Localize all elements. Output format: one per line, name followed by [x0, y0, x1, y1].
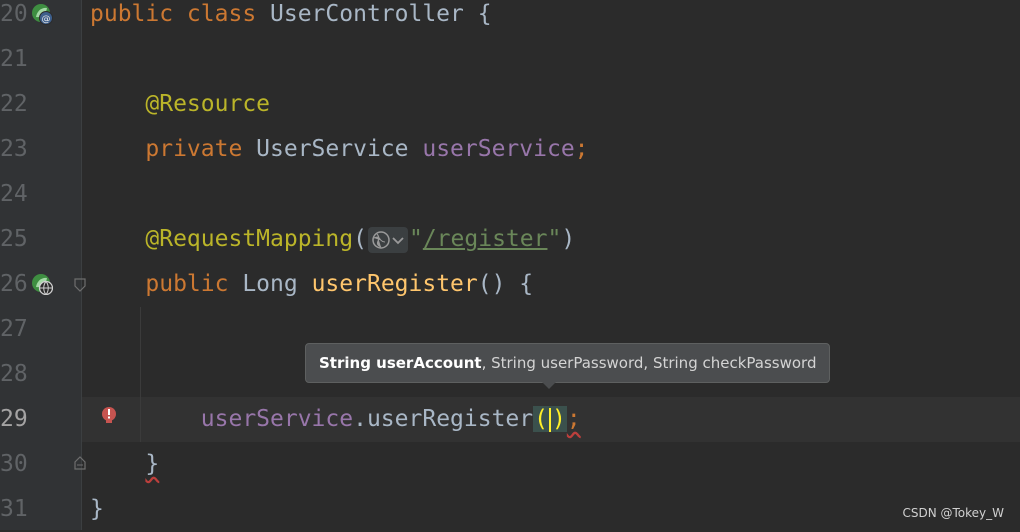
code-token: .userRegister: [353, 406, 534, 432]
code-line[interactable]: 26 public Long userRegister() {: [0, 262, 1020, 307]
line-number: 30: [0, 451, 28, 477]
code-token: () {: [477, 271, 534, 297]
line-number: 26: [0, 271, 28, 297]
line-number: 31: [0, 496, 28, 522]
line-number: 24: [0, 181, 28, 207]
code-line[interactable]: 21: [0, 37, 1020, 82]
spring-web-icon[interactable]: [31, 273, 53, 295]
code-token: public class: [90, 1, 271, 27]
code-token: private: [90, 136, 257, 162]
line-number: 22: [0, 91, 28, 117]
code-line[interactable]: 20 public class UserController {: [0, 0, 1020, 37]
watermark: CSDN @Tokey_W: [902, 506, 1004, 520]
code-text[interactable]: }: [90, 487, 104, 532]
code-token: Long: [242, 271, 312, 297]
matched-parentheses[interactable]: (): [533, 406, 567, 432]
code-text[interactable]: @RequestMapping( "/register"): [90, 217, 575, 262]
fold-start-icon[interactable]: [74, 278, 86, 292]
code-text[interactable]: private UserService userService;: [90, 127, 589, 172]
line-number: 20: [0, 1, 28, 27]
code-token: @Resource: [90, 91, 271, 117]
line-number: 29: [0, 406, 28, 432]
code-token: (: [353, 226, 367, 252]
code-token: }: [145, 451, 160, 477]
code-token: public: [90, 271, 243, 297]
code-text[interactable]: }: [90, 442, 159, 487]
code-line[interactable]: 29 userService.userRegister();: [0, 397, 1020, 442]
code-text[interactable]: public Long userRegister() {: [90, 262, 533, 307]
line-number: 28: [0, 361, 28, 387]
code-token: /register: [422, 226, 548, 252]
code-token: ): [561, 226, 576, 252]
code-token: }: [90, 496, 104, 522]
spring-bean-icon[interactable]: @: [31, 3, 53, 25]
code-token: ;: [566, 406, 581, 432]
code-token: UserController {: [270, 1, 492, 27]
code-line[interactable]: 22 @Resource: [0, 82, 1020, 127]
code-token: userRegister: [311, 271, 478, 297]
line-number: 25: [0, 226, 28, 252]
other-parameters: , String userPassword, String checkPassw…: [481, 354, 817, 372]
line-number: 23: [0, 136, 28, 162]
chevron-down-icon: [392, 236, 404, 244]
parameter-info-tooltip: String userAccount, String userPassword,…: [305, 343, 831, 383]
code-token: ;: [574, 136, 589, 162]
code-token: ": [408, 226, 423, 252]
code-line[interactable]: 23 private UserService userService;: [0, 127, 1020, 172]
code-token: @RequestMapping: [90, 226, 354, 252]
code-line[interactable]: 30 }: [0, 442, 1020, 487]
svg-text:@: @: [42, 15, 51, 25]
code-token: UserService: [256, 136, 423, 162]
code-line[interactable]: 25 @RequestMapping( "/register"): [0, 217, 1020, 262]
code-text[interactable]: userService.userRegister();: [90, 397, 581, 442]
fold-end-icon[interactable]: [74, 456, 86, 470]
text-caret: [548, 407, 551, 432]
globe-icon[interactable]: [367, 226, 408, 253]
code-text[interactable]: public class UserController {: [90, 0, 492, 37]
code-line[interactable]: 24: [0, 172, 1020, 217]
line-number: 21: [0, 46, 28, 72]
code-token: ": [547, 226, 562, 252]
code-token: userService: [200, 406, 354, 432]
error-bulb-icon[interactable]: [98, 405, 120, 427]
line-number: 27: [0, 316, 28, 342]
code-token: userService: [422, 136, 575, 162]
code-text[interactable]: @Resource: [90, 82, 270, 127]
current-parameter: String userAccount: [319, 354, 482, 372]
tooltip-arrow: [541, 381, 557, 389]
code-line[interactable]: 31}: [0, 487, 1020, 532]
